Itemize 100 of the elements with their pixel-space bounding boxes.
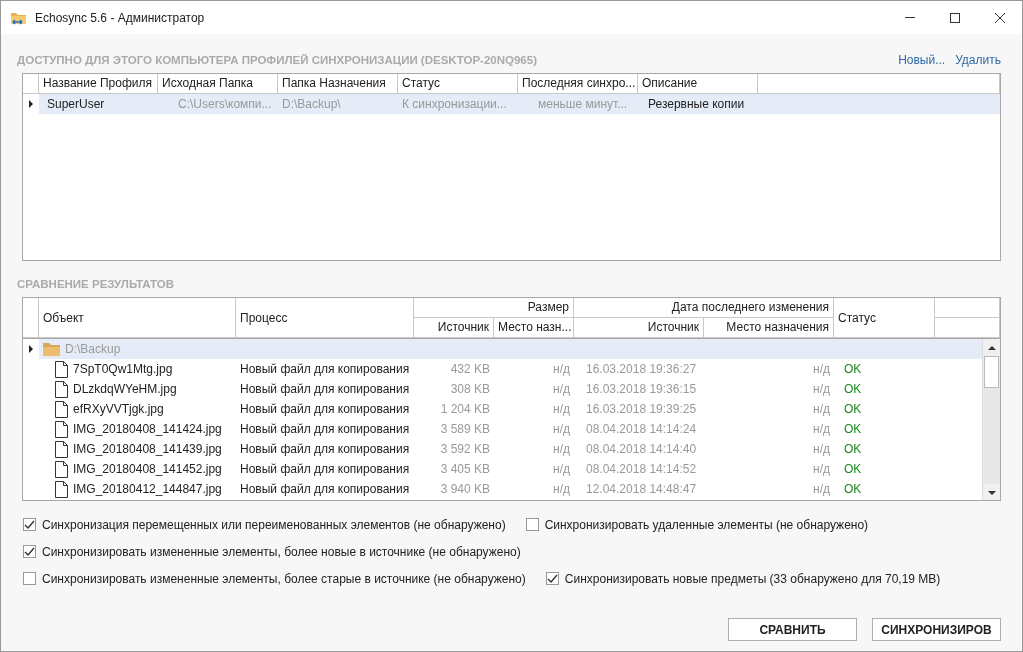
- scroll-up-button[interactable]: [983, 339, 1000, 356]
- scroll-thumb[interactable]: [984, 356, 999, 388]
- column-header[interactable]: Объект: [39, 298, 236, 338]
- table-cell-text: OK: [843, 361, 863, 378]
- scroll-down-button[interactable]: [983, 484, 1000, 500]
- table-cell-text: Новый файл для копирования: [239, 361, 411, 378]
- table-cell-text: 3 592 KB: [439, 441, 491, 458]
- column-header[interactable]: Исходная Папка: [158, 74, 278, 94]
- table-cell-text: н/д: [552, 481, 571, 498]
- table-cell-text: Новый файл для копирования: [239, 381, 411, 398]
- column-header[interactable]: Место назначения: [704, 318, 834, 338]
- table-cell-text: Новый файл для копирования: [239, 401, 411, 418]
- file-name: IMG_20180408_141452.jpg: [73, 461, 222, 478]
- checkbox-label: Синхронизировать измененные элементы, более новые в источнике (не обнаружено): [42, 544, 521, 559]
- table-cell-text: OK: [843, 481, 863, 498]
- table-cell-text: 08.04.2018 14:14:40: [585, 441, 698, 458]
- checkbox[interactable]: [23, 545, 36, 558]
- file-icon: [55, 360, 68, 378]
- table-cell-text: н/д: [552, 381, 571, 398]
- column-header[interactable]: Процесс: [236, 298, 414, 338]
- file-icon: [55, 480, 68, 498]
- column-header[interactable]: Источник: [574, 318, 704, 338]
- column-header[interactable]: Размер: [414, 298, 574, 318]
- file-icon: [55, 460, 68, 478]
- table-cell-text: н/д: [552, 361, 571, 378]
- table-cell-text: н/д: [812, 381, 831, 398]
- column-header[interactable]: Папка Назначения: [278, 74, 398, 94]
- table-cell-text: 08.04.2018 14:14:24: [585, 421, 698, 438]
- table-cell-text: OK: [843, 421, 863, 438]
- file-icon: [55, 400, 68, 418]
- table-cell-text: н/д: [812, 441, 831, 458]
- folder-name: D:\Backup: [65, 341, 121, 358]
- file-name: 7SpT0Qw1Mtg.jpg: [73, 361, 173, 378]
- checkbox[interactable]: [545, 572, 559, 585]
- folder-icon: [43, 342, 60, 356]
- checkbox-label: Синхронизировать новые предметы (33 обнаружено для 70,19 MB): [564, 571, 941, 586]
- table-cell-text: Новый файл для копирования: [239, 481, 411, 498]
- table-cell-text: н/д: [552, 441, 571, 458]
- column-header[interactable]: Место назн...: [494, 318, 574, 338]
- checkbox[interactable]: [23, 572, 36, 585]
- table-cell: меньше минут...: [518, 94, 638, 114]
- table-cell-text: 16.03.2018 19:36:27: [585, 361, 698, 378]
- table-cell-text: 3 405 KB: [439, 461, 491, 478]
- table-cell: C:\Users\компи...: [158, 94, 278, 114]
- table-cell: К синхронизации...: [398, 94, 518, 114]
- table-cell-text: Новый файл для копирования: [239, 461, 411, 478]
- column-header[interactable]: Источник: [414, 318, 494, 338]
- table-cell: Резервные копии: [638, 94, 758, 114]
- table-cell-text: н/д: [552, 461, 571, 478]
- close-icon: [994, 12, 1005, 23]
- action-button[interactable]: СИНХРОНИЗИРОВ: [872, 618, 1001, 641]
- table-cell: SuperUser: [39, 94, 158, 114]
- checkbox-label: Синхронизировать удаленные элементы (не обнаружено): [544, 517, 869, 532]
- action-button[interactable]: СРАВНИТЬ: [728, 618, 857, 641]
- checkbox[interactable]: [23, 518, 36, 531]
- file-name: efRXyVVTjgk.jpg: [73, 401, 164, 418]
- row-pointer-icon: [29, 100, 33, 108]
- column-header[interactable]: Статус: [398, 74, 518, 94]
- file-icon: [55, 420, 68, 438]
- action-link[interactable]: Новый...: [898, 53, 946, 67]
- window-title: Echosync 5.6 - Администратор: [35, 10, 205, 25]
- table-cell-text: 16.03.2018 19:39:25: [585, 401, 698, 418]
- file-name: DLzkdqWYeHM.jpg: [73, 381, 177, 398]
- table-cell-text: 16.03.2018 19:36:15: [585, 381, 698, 398]
- column-header[interactable]: Название Профиля: [39, 74, 158, 94]
- table-cell-text: OK: [843, 401, 863, 418]
- column-header[interactable]: Описание: [638, 74, 758, 94]
- table-cell-text: н/д: [552, 421, 571, 438]
- table-cell-text: Новый файл для копирования: [239, 421, 411, 438]
- checkbox[interactable]: [525, 518, 539, 531]
- table-row[interactable]: SuperUser C:\Users\компи... D:\Backup\ К синхронизации... меньше минут... Резервные копии: [23, 94, 1000, 114]
- table-cell-text: 3 940 KB: [439, 481, 491, 498]
- table-cell-text: 432 KB: [449, 361, 491, 378]
- column-header[interactable]: Дата последнего изменения: [574, 298, 834, 318]
- table-cell-text: н/д: [812, 481, 831, 498]
- column-header[interactable]: Статус: [834, 298, 935, 338]
- file-icon: [55, 380, 68, 398]
- column-header[interactable]: Последняя синхро...: [518, 74, 638, 94]
- section-heading: СРАВНЕНИЕ РЕЗУЛЬТАТОВ: [17, 278, 175, 290]
- table-cell-text: н/д: [812, 421, 831, 438]
- table-cell-text: н/д: [812, 461, 831, 478]
- table-cell-text: 12.04.2018 14:48:47: [585, 481, 698, 498]
- file-name: IMG_20180408_141439.jpg: [73, 441, 222, 458]
- maximize-icon: [949, 12, 960, 23]
- down-arrow-icon: [987, 490, 996, 495]
- checkbox-label: Синхронизация перемещенных или переименованных элементов (не обнаружено): [42, 517, 506, 532]
- minimize-icon: [904, 17, 915, 18]
- table-cell-text: н/д: [812, 361, 831, 378]
- table-cell: D:\Backup\: [278, 94, 398, 114]
- table-cell-text: 1 204 KB: [439, 401, 491, 418]
- table-cell-text: 3 589 KB: [439, 421, 491, 438]
- table-cell-text: OK: [843, 461, 863, 478]
- table-cell-text: OK: [843, 381, 863, 398]
- table-cell-text: Новый файл для копирования: [239, 441, 411, 458]
- file-name: IMG_20180408_141424.jpg: [73, 421, 222, 438]
- scrollbar[interactable]: [982, 339, 1000, 500]
- checkbox-label: Синхронизировать измененные элементы, более старые в источнике (не обнаружено): [42, 571, 526, 586]
- table-cell-text: н/д: [552, 401, 571, 418]
- action-link[interactable]: Удалить: [955, 53, 1001, 67]
- table-cell-text: 308 KB: [449, 381, 491, 398]
